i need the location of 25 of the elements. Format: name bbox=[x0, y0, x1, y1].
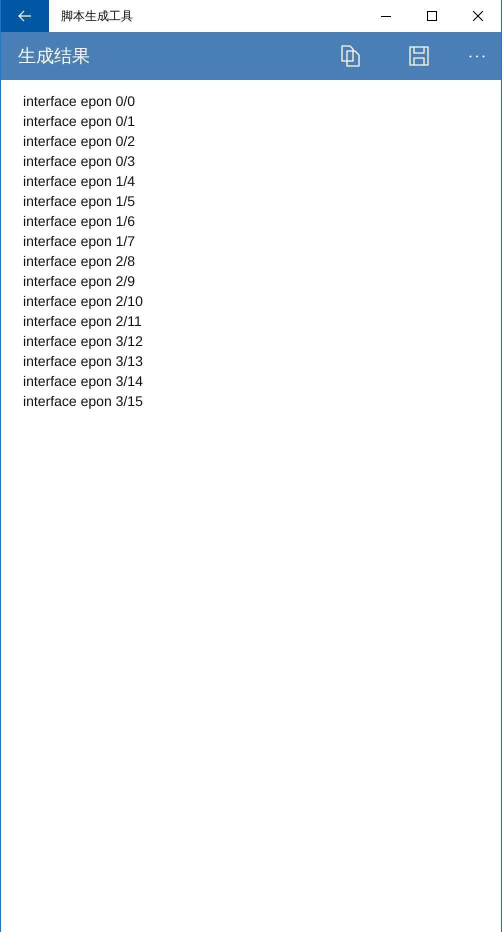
output-line: interface epon 3/14 bbox=[23, 372, 144, 391]
output-line: interface epon 1/7 bbox=[23, 232, 136, 251]
output-line: interface epon 0/3 bbox=[23, 152, 136, 171]
output-line: interface epon 2/9 bbox=[23, 272, 136, 291]
output-line: interface epon 1/6 bbox=[23, 212, 136, 231]
output-line: interface epon 3/15 bbox=[23, 392, 144, 411]
output-line: interface epon 2/11 bbox=[23, 312, 143, 331]
maximize-icon bbox=[427, 11, 437, 21]
output-line: interface epon 0/2 bbox=[23, 132, 136, 151]
output-line: interface epon 1/5 bbox=[23, 192, 136, 211]
back-arrow-icon bbox=[18, 10, 32, 22]
save-icon bbox=[409, 46, 429, 66]
copy-icon bbox=[341, 45, 361, 67]
output-line: interface epon 0/0 bbox=[23, 92, 136, 111]
output-line: interface epon 0/1 bbox=[23, 112, 136, 131]
page-title: 生成结果 bbox=[18, 44, 91, 68]
output-line: interface epon 1/4 bbox=[23, 172, 136, 191]
window-title: 脚本生成工具 bbox=[61, 8, 134, 25]
back-button[interactable] bbox=[1, 0, 49, 32]
output-line: interface epon 2/8 bbox=[23, 252, 136, 271]
output-line: interface epon 3/13 bbox=[23, 352, 144, 371]
more-icon bbox=[469, 54, 485, 58]
close-icon bbox=[473, 11, 483, 21]
output-line: interface epon 3/12 bbox=[23, 332, 144, 351]
output-line: interface epon 2/10 bbox=[23, 292, 144, 311]
